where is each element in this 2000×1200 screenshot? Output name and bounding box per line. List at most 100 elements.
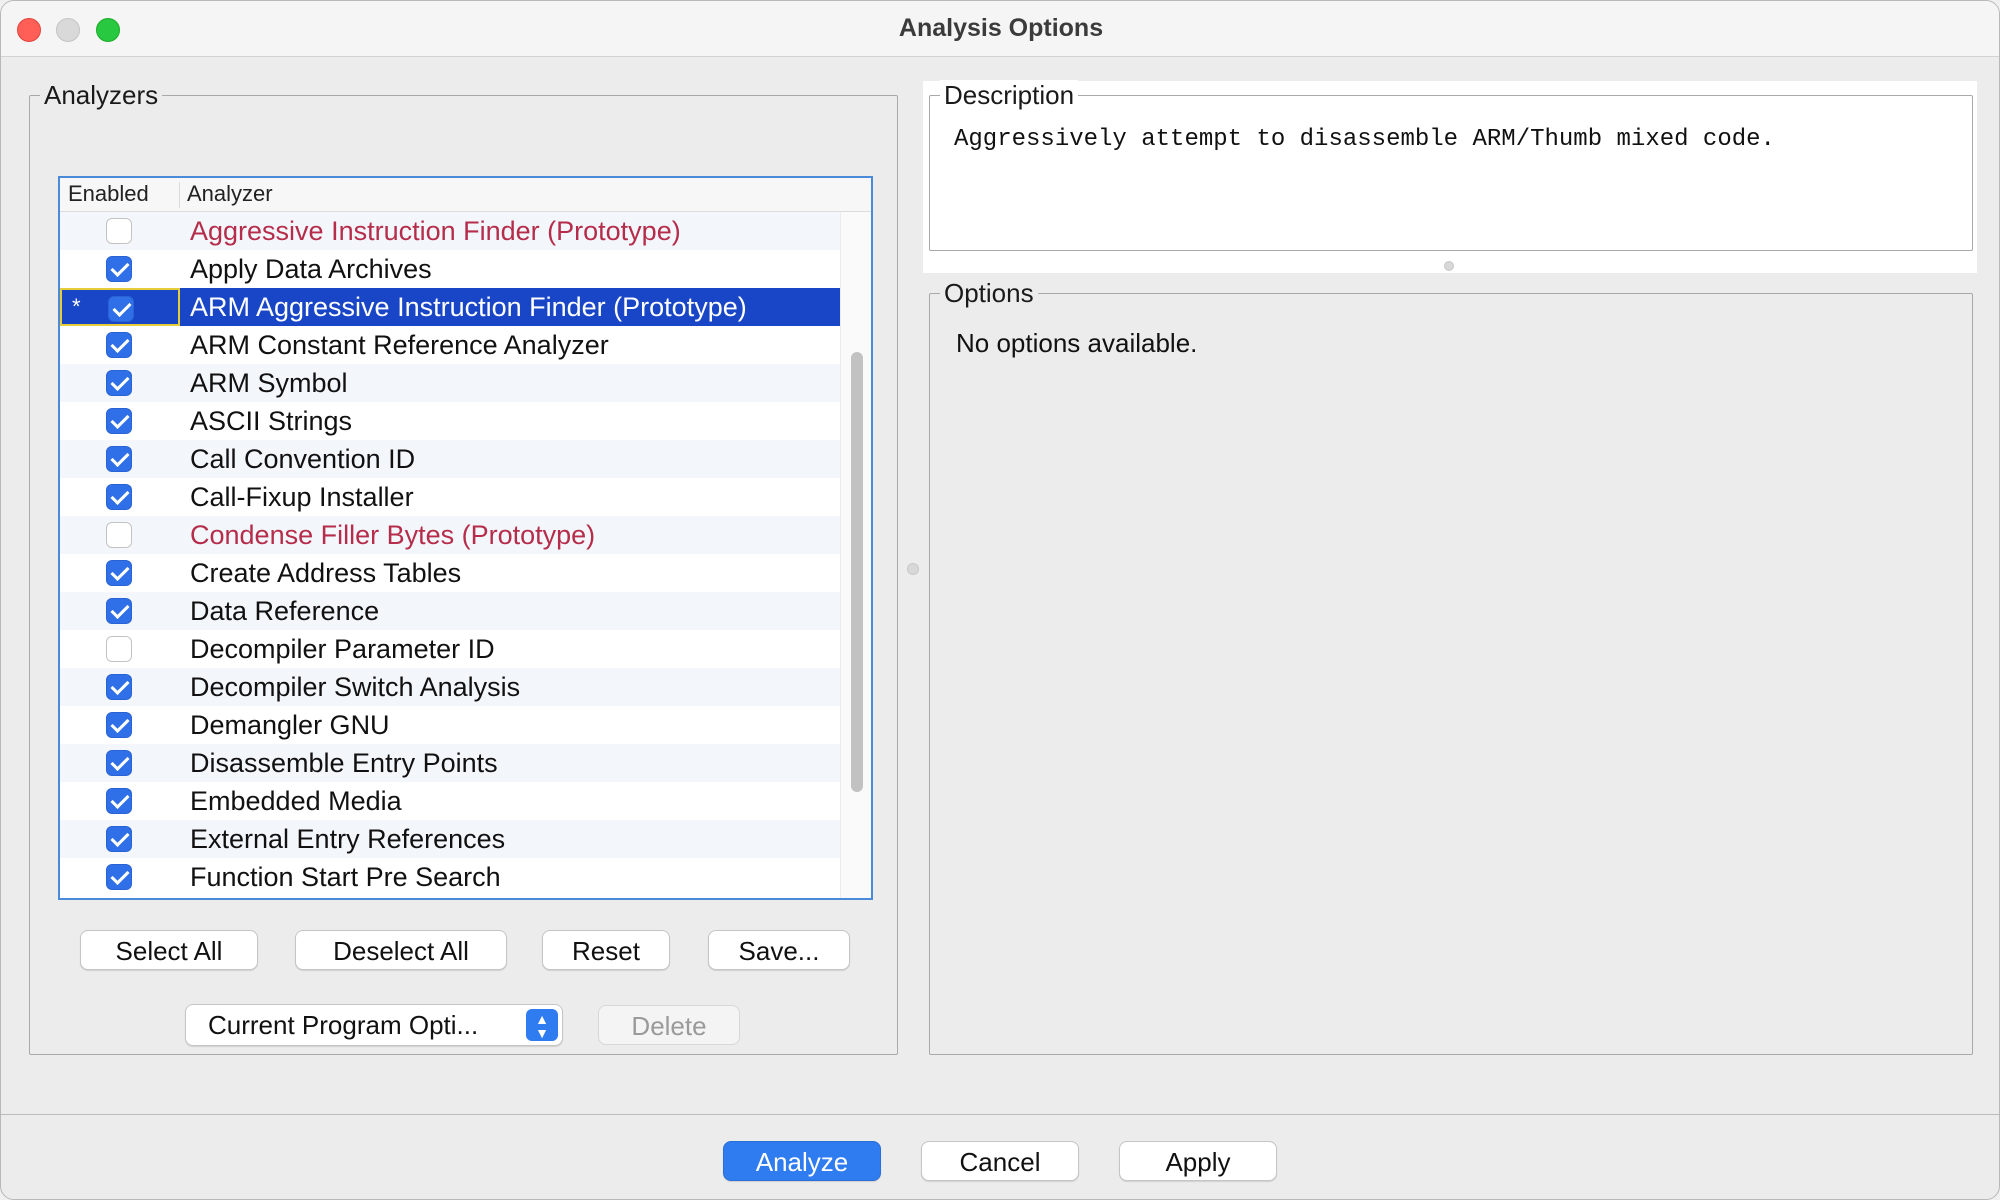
enabled-cell[interactable] <box>60 402 180 440</box>
enabled-checkbox[interactable] <box>106 826 132 852</box>
analyzer-name: Disassemble Entry Points <box>190 748 498 778</box>
options-text: No options available. <box>956 328 1198 358</box>
select-all-button[interactable]: Select All <box>80 930 258 970</box>
column-header-analyzer[interactable]: Analyzer <box>187 181 273 207</box>
column-header-enabled[interactable]: Enabled <box>68 181 149 207</box>
table-row[interactable]: Aggressive Instruction Finder (Prototype… <box>60 212 840 250</box>
analyzer-name: Condense Filler Bytes (Prototype) <box>190 520 596 550</box>
table-row[interactable]: Decompiler Parameter ID <box>60 630 840 668</box>
enabled-checkbox[interactable] <box>106 408 132 434</box>
table-row[interactable]: Function Start Pre Search <box>60 858 840 896</box>
updown-chevrons-icon: ▲ ▼ <box>526 1009 558 1041</box>
table-row[interactable]: Demangler GNU <box>60 706 840 744</box>
table-row[interactable]: Call-Fixup Installer <box>60 478 840 516</box>
analyzer-name: Data Reference <box>190 596 380 626</box>
enabled-cell[interactable] <box>60 364 180 402</box>
title-bar: Analysis Options <box>1 1 1999 57</box>
enabled-checkbox[interactable] <box>106 864 132 890</box>
analyzer-name: Create Address Tables <box>190 558 462 588</box>
analyzer-rows: Aggressive Instruction Finder (Prototype… <box>60 212 840 896</box>
main-panel: Analyzers Enabled Analyzer Aggressive In… <box>1 57 1999 1115</box>
column-divider[interactable] <box>179 182 180 208</box>
window-title: Analysis Options <box>898 14 1104 42</box>
enabled-cell[interactable] <box>60 858 180 896</box>
enabled-cell[interactable] <box>60 820 180 858</box>
options-group: Options No options available. <box>929 278 1973 1055</box>
description-area: Description Aggressively attempt to disa… <box>923 80 1977 273</box>
description-group: Description Aggressively attempt to disa… <box>929 80 1973 251</box>
enabled-checkbox[interactable] <box>106 674 132 700</box>
analyzer-name: ARM Constant Reference Analyzer <box>190 330 609 360</box>
table-row[interactable]: External Entry References <box>60 820 840 858</box>
enabled-checkbox[interactable] <box>106 788 132 814</box>
enabled-cell[interactable] <box>60 668 180 706</box>
save-button[interactable]: Save... <box>708 930 850 970</box>
scrollbar-thumb[interactable] <box>851 352 863 792</box>
enabled-checkbox[interactable] <box>106 636 132 662</box>
apply-button[interactable]: Apply <box>1119 1141 1277 1181</box>
table-row[interactable]: ARM Symbol <box>60 364 840 402</box>
enabled-checkbox[interactable] <box>106 370 132 396</box>
analyzer-name: Decompiler Parameter ID <box>190 634 495 664</box>
options-profile-value: Current Program Opti... <box>208 1010 479 1040</box>
modified-marker: * <box>72 294 81 319</box>
enabled-cell[interactable] <box>60 554 180 592</box>
vertical-scrollbar[interactable] <box>840 212 871 898</box>
table-row[interactable]: Condense Filler Bytes (Prototype) <box>60 516 840 554</box>
enabled-checkbox[interactable] <box>106 446 132 472</box>
enabled-cell[interactable] <box>60 630 180 668</box>
analyzer-name: Function Start Pre Search <box>190 862 501 892</box>
enabled-cell[interactable] <box>60 326 180 364</box>
enabled-checkbox[interactable] <box>106 484 132 510</box>
table-header: Enabled Analyzer <box>60 178 871 212</box>
description-text: Aggressively attempt to disassemble ARM/… <box>954 126 1775 153</box>
enabled-cell[interactable] <box>60 212 180 250</box>
cancel-button[interactable]: Cancel <box>921 1141 1079 1181</box>
enabled-checkbox[interactable] <box>108 296 134 322</box>
table-row[interactable]: Create Address Tables <box>60 554 840 592</box>
reset-button[interactable]: Reset <box>542 930 670 970</box>
enabled-checkbox[interactable] <box>106 256 132 282</box>
horizontal-split-handle[interactable] <box>907 563 919 575</box>
enabled-checkbox[interactable] <box>106 750 132 776</box>
enabled-cell[interactable] <box>60 782 180 820</box>
table-row[interactable]: Decompiler Switch Analysis <box>60 668 840 706</box>
analysis-options-window: Analysis Options Analyzers Enabled Analy… <box>0 0 2000 1200</box>
enabled-checkbox[interactable] <box>106 332 132 358</box>
options-profile-select[interactable]: Current Program Opti... ▲ ▼ <box>185 1004 563 1046</box>
enabled-cell[interactable] <box>60 592 180 630</box>
options-legend: Options <box>940 278 1038 308</box>
enabled-checkbox[interactable] <box>106 218 132 244</box>
deselect-all-button[interactable]: Deselect All <box>295 930 507 970</box>
enabled-cell[interactable]: * <box>60 288 180 326</box>
description-legend: Description <box>940 80 1079 110</box>
analyzer-name: ASCII Strings <box>190 406 353 436</box>
analyzers-table: Enabled Analyzer Aggressive Instruction … <box>58 176 873 900</box>
analyzer-name: Demangler GNU <box>190 710 390 740</box>
enabled-checkbox[interactable] <box>106 522 132 548</box>
enabled-checkbox[interactable] <box>106 560 132 586</box>
table-row[interactable]: Call Convention ID <box>60 440 840 478</box>
table-row[interactable]: Embedded Media <box>60 782 840 820</box>
table-row[interactable]: Apply Data Archives <box>60 250 840 288</box>
enabled-cell[interactable] <box>60 440 180 478</box>
enabled-cell[interactable] <box>60 250 180 288</box>
analyzer-name: Call Convention ID <box>190 444 416 474</box>
enabled-checkbox[interactable] <box>106 712 132 738</box>
table-row[interactable]: ARM Constant Reference Analyzer <box>60 326 840 364</box>
analyzer-name: Embedded Media <box>190 786 402 816</box>
table-row[interactable]: * ARM Aggressive Instruction Finder (Prot… <box>60 288 840 326</box>
vertical-split-handle[interactable] <box>1444 261 1454 271</box>
enabled-checkbox[interactable] <box>106 598 132 624</box>
enabled-cell[interactable] <box>60 706 180 744</box>
enabled-cell[interactable] <box>60 744 180 782</box>
enabled-cell[interactable] <box>60 478 180 516</box>
table-row[interactable]: Disassemble Entry Points <box>60 744 840 782</box>
analyzer-name: Call-Fixup Installer <box>190 482 414 512</box>
delete-button: Delete <box>598 1005 740 1045</box>
analyze-button[interactable]: Analyze <box>723 1141 881 1181</box>
table-row[interactable]: Data Reference <box>60 592 840 630</box>
table-row[interactable]: ASCII Strings <box>60 402 840 440</box>
analyzer-name: ARM Aggressive Instruction Finder (Proto… <box>190 292 747 322</box>
enabled-cell[interactable] <box>60 516 180 554</box>
